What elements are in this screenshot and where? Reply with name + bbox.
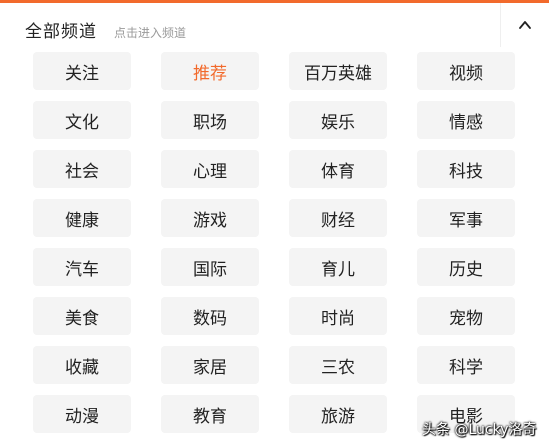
channel-chip[interactable]: 家居 (161, 346, 259, 384)
watermark-text: 头条 @Lucky洛奇 (422, 422, 537, 438)
channel-chip[interactable]: 教育 (161, 395, 259, 433)
channel-chip[interactable]: 旅游 (289, 395, 387, 433)
channel-chip[interactable]: 数码 (161, 297, 259, 335)
channel-chip[interactable]: 时尚 (289, 297, 387, 335)
channel-chip[interactable]: 动漫 (33, 395, 131, 433)
channel-chip[interactable]: 百万英雄 (289, 52, 387, 90)
channel-chip[interactable]: 职场 (161, 101, 259, 139)
channel-chip[interactable]: 三农 (289, 346, 387, 384)
channel-chip[interactable]: 国际 (161, 248, 259, 286)
channel-chip[interactable]: 视频 (417, 52, 515, 90)
channel-chip[interactable]: 游戏 (161, 199, 259, 237)
channel-chip[interactable]: 育儿 (289, 248, 387, 286)
channel-chip[interactable]: 收藏 (33, 346, 131, 384)
channel-chip[interactable]: 宠物 (417, 297, 515, 335)
channel-chip[interactable]: 体育 (289, 150, 387, 188)
header-title: 全部频道 (25, 22, 97, 42)
channel-chip[interactable]: 科技 (417, 150, 515, 188)
channel-chip[interactable]: 汽车 (33, 248, 131, 286)
header-hint: 点击进入频道 (114, 26, 187, 40)
chevron-up-icon (519, 21, 531, 29)
channel-chip[interactable]: 文化 (33, 101, 131, 139)
channel-chip[interactable]: 情感 (417, 101, 515, 139)
channel-chip[interactable]: 社会 (33, 150, 131, 188)
channel-chip[interactable]: 健康 (33, 199, 131, 237)
channel-chip-active[interactable]: 推荐 (161, 52, 259, 90)
channel-chip[interactable]: 娱乐 (289, 101, 387, 139)
channel-chip[interactable]: 军事 (417, 199, 515, 237)
channel-chip[interactable]: 科学 (417, 346, 515, 384)
channel-header: 全部频道 点击进入频道 (0, 3, 549, 47)
channel-chip[interactable]: 财经 (289, 199, 387, 237)
channel-chip[interactable]: 美食 (33, 297, 131, 335)
channel-grid: 关注 推荐 百万英雄 视频 文化 职场 娱乐 情感 社会 心理 体育 科技 健康… (33, 52, 515, 433)
channel-chip[interactable]: 心理 (161, 150, 259, 188)
collapse-button[interactable] (500, 3, 549, 47)
channel-chip[interactable]: 历史 (417, 248, 515, 286)
channel-chip[interactable]: 关注 (33, 52, 131, 90)
